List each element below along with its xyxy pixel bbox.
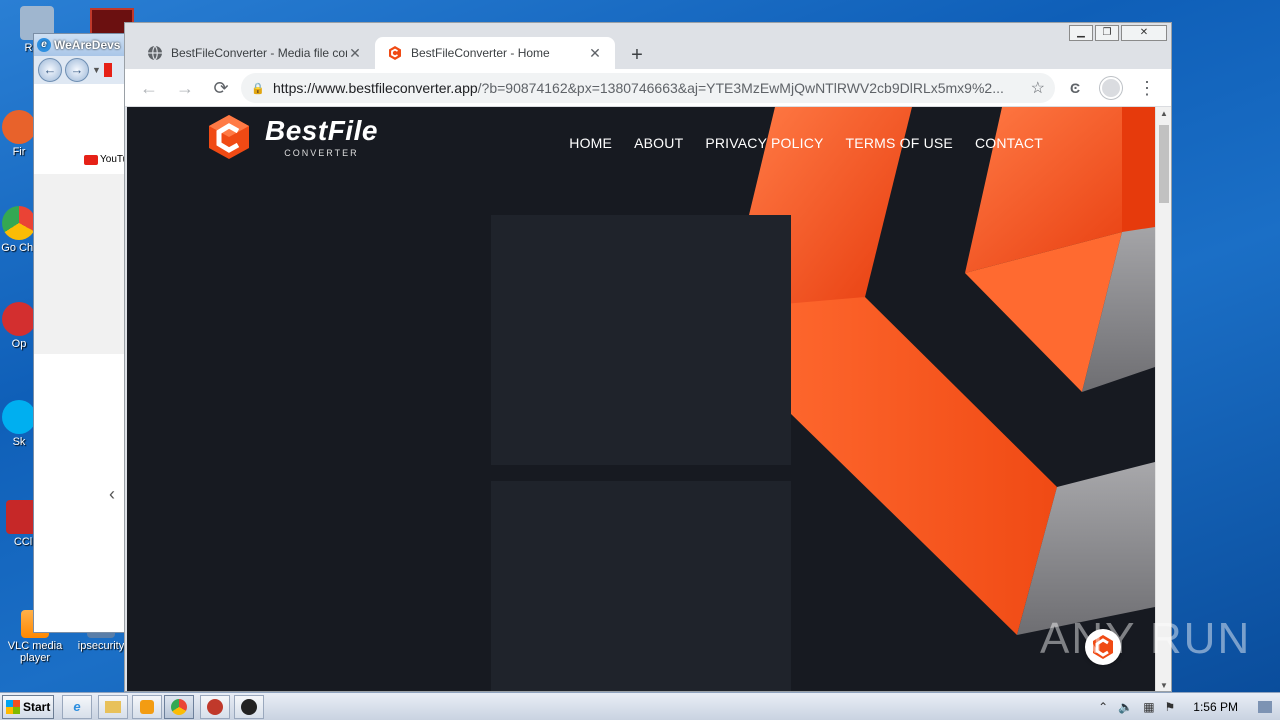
minimize-button[interactable]: ▁ — [1069, 25, 1093, 41]
youtube-icon — [84, 154, 98, 165]
menu-icon[interactable]: ⋮ — [1131, 72, 1163, 104]
taskbar-opera[interactable] — [200, 695, 230, 719]
ie-logo-icon: e — [37, 38, 51, 52]
forward-icon[interactable]: → — [169, 72, 201, 104]
reload-icon[interactable]: ⟳ — [205, 72, 237, 104]
bestfile-favicon-icon — [389, 46, 401, 60]
vertical-scrollbar[interactable]: ▲ ▼ — [1155, 107, 1171, 691]
url-text: https://www.bestfileconverter.app/?b=908… — [273, 79, 1004, 96]
main-nav: HOME ABOUT PRIVACY POLICY TERMS OF USE C… — [569, 135, 1043, 151]
tab-title: BestFileConverter - Home — [411, 46, 550, 60]
window-controls: ▁ ❐ ✕ — [1069, 25, 1167, 41]
taskbar-chrome[interactable] — [164, 695, 194, 719]
chrome-icon — [2, 206, 36, 240]
media-player-icon — [140, 700, 154, 714]
taskbar: Start e ⌃ 🔈 ▦ ⚑ 1:56 PM — [0, 692, 1280, 720]
desktop-icon-label: VLC media player — [7, 640, 63, 664]
chevron-left-icon[interactable]: ‹ — [109, 484, 115, 505]
close-tab-icon[interactable]: ✕ — [347, 45, 363, 62]
chrome-toolbar: ← → ⟳ 🔒 https://www.bestfileconverter.ap… — [125, 69, 1171, 107]
ie-content: YouTu ‹ — [34, 84, 128, 632]
forward-icon[interactable]: → — [65, 58, 89, 82]
youtube-link[interactable]: YouTu — [84, 154, 128, 165]
ie-navbar: ← → ▼ — [34, 56, 127, 84]
nav-privacy-policy[interactable]: PRIVACY POLICY — [705, 135, 823, 151]
taskbar-ie[interactable]: e — [62, 695, 92, 719]
close-tab-icon[interactable]: ✕ — [587, 45, 603, 62]
tab-title: BestFileConverter - Media file conver — [171, 46, 347, 60]
back-icon[interactable]: ← — [133, 72, 165, 104]
bestfile-logo-icon — [209, 115, 249, 159]
desktop-icon-label: CCl — [13, 536, 33, 548]
nav-about[interactable]: ABOUT — [634, 135, 683, 151]
chevron-down-icon[interactable]: ▼ — [92, 65, 101, 75]
globe-icon — [148, 45, 162, 61]
tab-strip: BestFileConverter - Media file conver ✕ … — [135, 35, 651, 69]
show-hidden-icons-icon[interactable]: ⌃ — [1098, 700, 1108, 714]
address-bar[interactable]: 🔒 https://www.bestfileconverter.app/?b=9… — [241, 72, 1055, 103]
avatar-icon — [1100, 76, 1122, 99]
youtube-tab-icon[interactable] — [103, 63, 112, 77]
folder-icon — [105, 701, 121, 713]
network-icon[interactable]: ▦ — [1143, 700, 1154, 714]
web-page: BestFile CONVERTER HOME ABOUT PRIVACY PO… — [127, 107, 1155, 691]
volume-icon[interactable]: 🔈 — [1118, 700, 1133, 714]
start-label: Start — [23, 700, 51, 714]
clock-time[interactable]: 1:56 PM — [1193, 700, 1238, 714]
action-center-flag-icon[interactable]: ⚑ — [1165, 700, 1176, 714]
ie-gray-panel — [34, 174, 127, 354]
lock-icon: 🔒 — [251, 82, 265, 95]
brand-subtitle: CONVERTER — [284, 148, 359, 158]
ie-window-title: WeAreDevs — [54, 38, 121, 52]
brand-logo[interactable]: BestFile CONVERTER — [207, 113, 378, 161]
windows-logo-icon — [6, 700, 20, 714]
taskbar-explorer[interactable] — [98, 695, 128, 719]
skype-icon — [2, 400, 36, 434]
nav-terms-of-use[interactable]: TERMS OF USE — [846, 135, 953, 151]
app-icon — [241, 699, 257, 715]
opera-icon — [2, 302, 36, 336]
show-desktop-icon[interactable] — [1258, 701, 1272, 713]
close-window-button[interactable]: ✕ — [1121, 25, 1167, 41]
tab-home[interactable]: BestFileConverter - Home ✕ — [375, 37, 615, 69]
profile-button[interactable] — [1095, 72, 1127, 104]
chrome-window[interactable]: ▁ ❐ ✕ BestFileConverter - Media file con… — [124, 22, 1172, 692]
scroll-down-arrow-icon[interactable]: ▼ — [1156, 679, 1171, 691]
start-button[interactable]: Start — [2, 695, 54, 719]
anyrun-watermark: ANY RUN — [1040, 614, 1252, 663]
opera-icon — [207, 699, 223, 715]
system-tray: ⌃ 🔈 ▦ ⚑ 1:56 PM — [1098, 693, 1280, 720]
bookmark-star-icon[interactable]: ☆ — [1031, 78, 1045, 98]
firefox-icon — [2, 110, 36, 144]
content-card-1 — [491, 215, 791, 465]
desktop-icon-label: Op — [11, 338, 27, 350]
taskbar-app[interactable] — [234, 695, 264, 719]
desktop-icon-label: Sk — [12, 436, 26, 448]
taskbar-media-player[interactable] — [132, 695, 162, 719]
desktop-icon-label: ipsecurity — [77, 640, 125, 652]
extension-icon[interactable]: Ͼ — [1059, 72, 1091, 104]
ie-titlebar[interactable]: e WeAreDevs — [34, 34, 127, 56]
scroll-up-arrow-icon[interactable]: ▲ — [1156, 107, 1171, 121]
tab-media-file-converter[interactable]: BestFileConverter - Media file conver ✕ — [135, 37, 375, 69]
ie-window[interactable]: e WeAreDevs ← → ▼ YouTu ‹ — [33, 33, 128, 633]
restore-button[interactable]: ❐ — [1095, 25, 1119, 41]
desktop-icon-label: Fir — [12, 146, 26, 158]
nav-home[interactable]: HOME — [569, 135, 612, 151]
nav-contact[interactable]: CONTACT — [975, 135, 1043, 151]
content-card-2 — [491, 481, 791, 691]
new-tab-button[interactable]: + — [623, 41, 651, 69]
chrome-icon — [171, 699, 187, 715]
scrollbar-thumb[interactable] — [1159, 125, 1169, 203]
back-icon[interactable]: ← — [38, 58, 62, 82]
desktop-icon-label: Go Chr — [1, 242, 37, 254]
brand-name: BestFile — [265, 115, 378, 146]
